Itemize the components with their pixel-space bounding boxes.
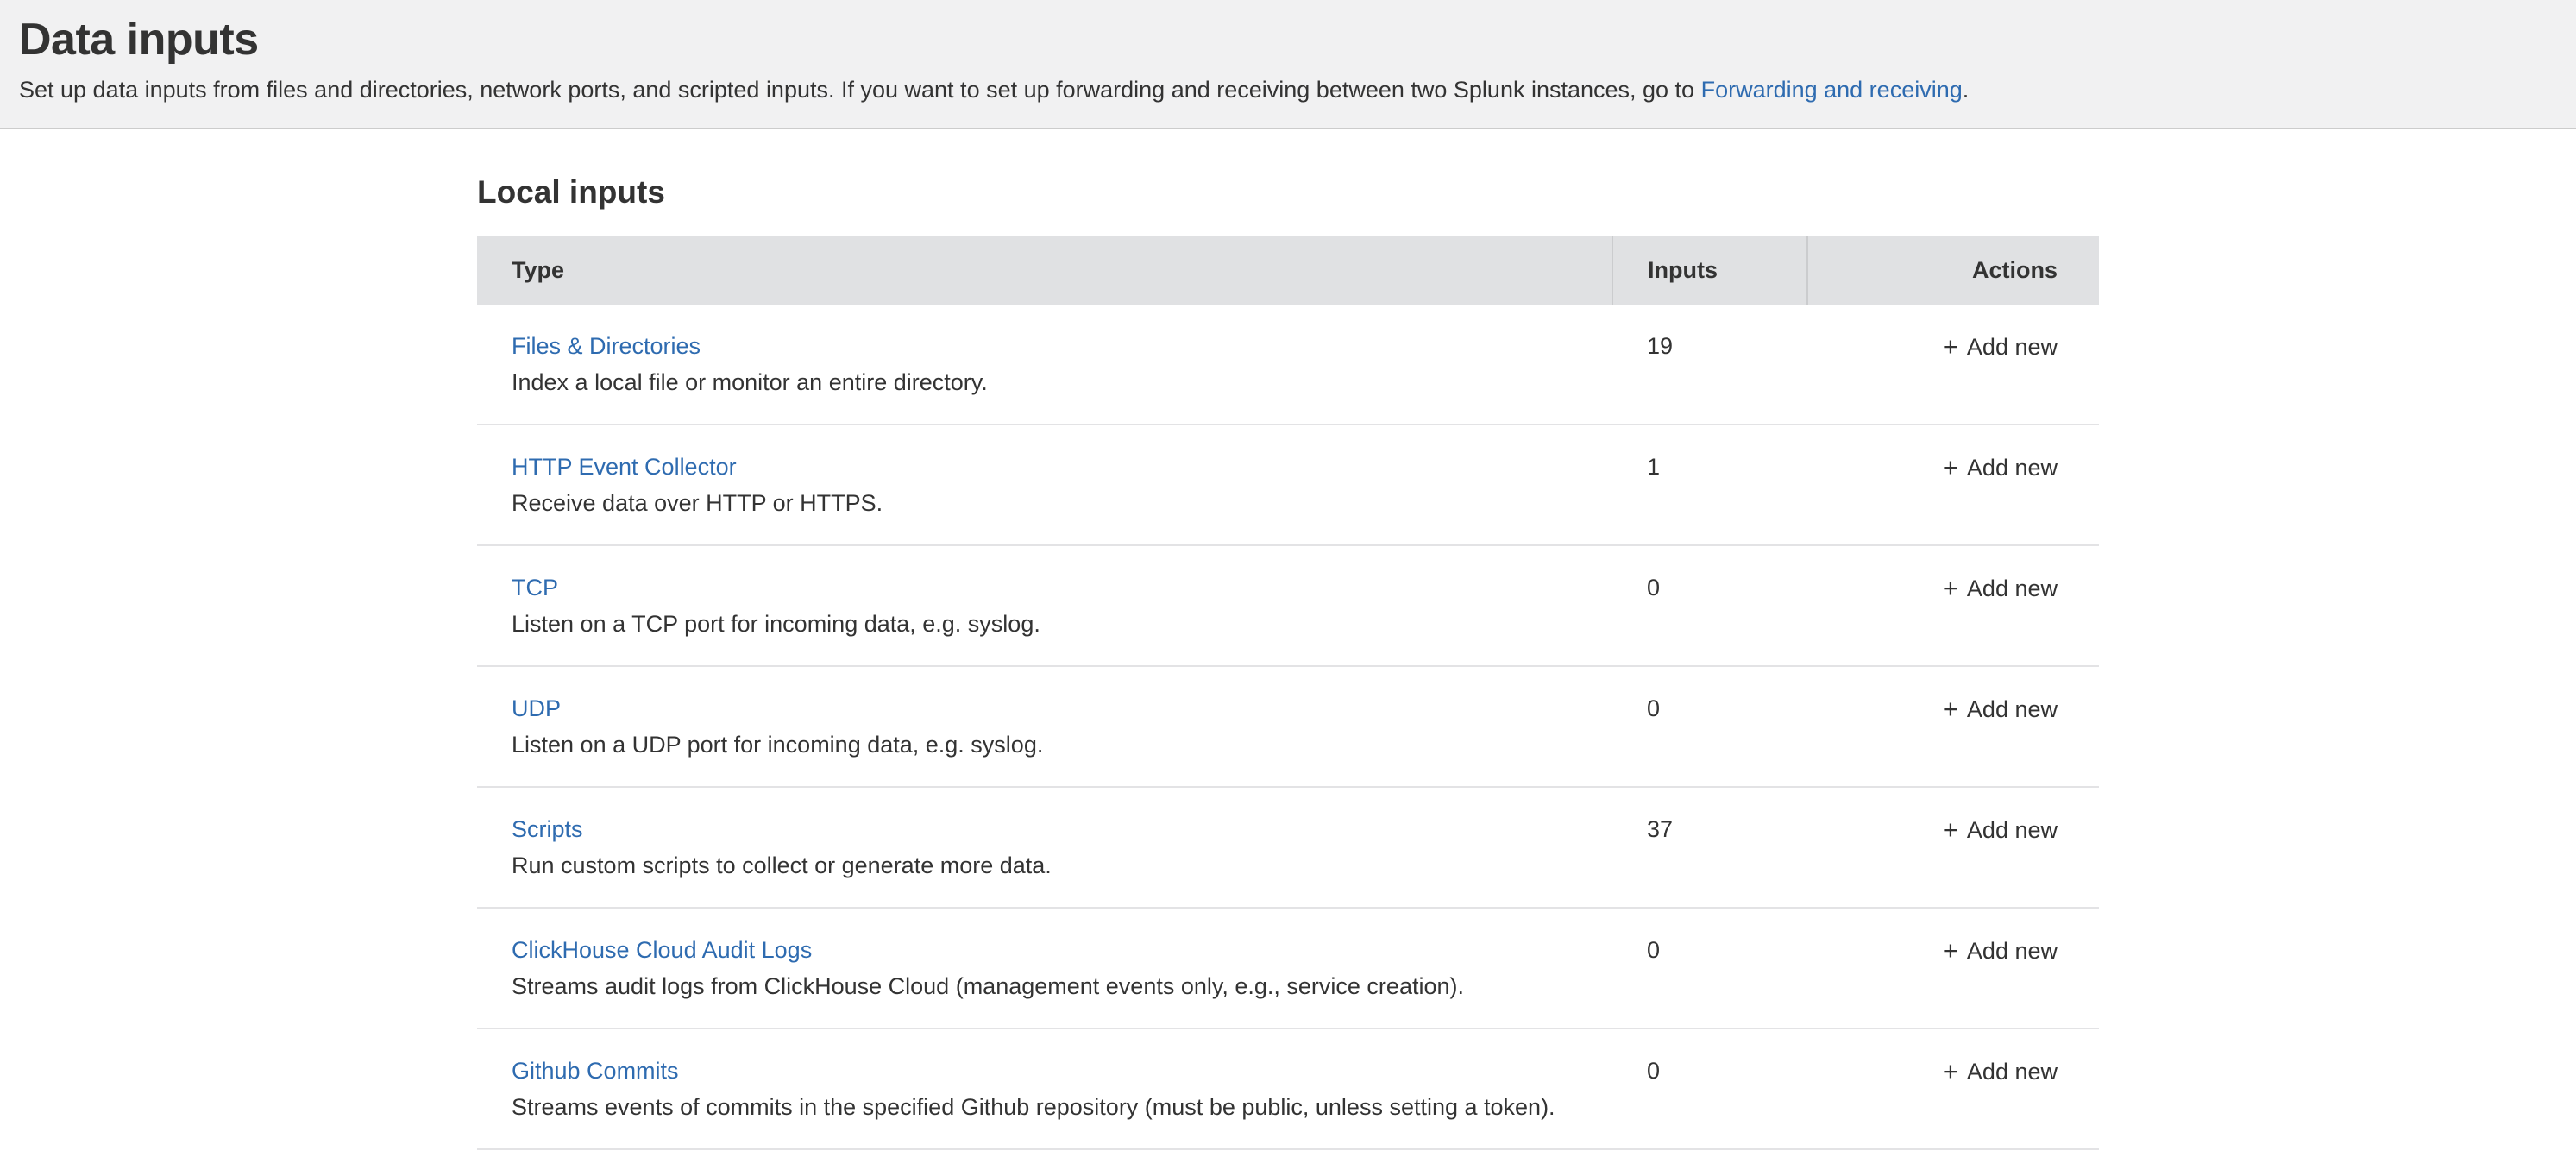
add-new-link[interactable]: + Add new bbox=[1943, 334, 2058, 360]
table-row-http-event-collector: HTTP Event Collector Receive data over H… bbox=[477, 425, 2099, 545]
add-new-link[interactable]: + Add new bbox=[1943, 455, 2058, 481]
plus-icon: + bbox=[1943, 815, 1958, 845]
input-type-link[interactable]: ClickHouse Cloud Audit Logs bbox=[512, 937, 812, 963]
inputs-count: 1 bbox=[1612, 425, 1807, 545]
page-title: Data inputs bbox=[19, 14, 2554, 66]
local-inputs-table: Type Inputs Actions Files & Directories … bbox=[477, 236, 2099, 1150]
add-new-link[interactable]: + Add new bbox=[1943, 576, 2058, 601]
column-header-inputs: Inputs bbox=[1612, 236, 1807, 305]
inputs-count: 0 bbox=[1612, 545, 1807, 666]
add-new-label: Add new bbox=[1967, 1059, 2058, 1085]
plus-icon: + bbox=[1943, 1056, 1958, 1086]
inputs-count: 37 bbox=[1612, 787, 1807, 908]
plus-icon: + bbox=[1943, 694, 1958, 724]
add-new-link[interactable]: + Add new bbox=[1943, 696, 2058, 722]
add-new-label: Add new bbox=[1967, 817, 2058, 843]
plus-icon: + bbox=[1943, 331, 1958, 362]
page-subtitle: Set up data inputs from files and direct… bbox=[19, 74, 2554, 105]
inputs-count: 19 bbox=[1612, 305, 1807, 425]
column-header-actions: Actions bbox=[1807, 236, 2099, 305]
inputs-count: 0 bbox=[1612, 1028, 1807, 1149]
page-header: Data inputs Set up data inputs from file… bbox=[0, 0, 2576, 129]
add-new-label: Add new bbox=[1967, 334, 2058, 360]
forwarding-and-receiving-link[interactable]: Forwarding and receiving bbox=[1701, 77, 1963, 103]
input-type-description: Run custom scripts to collect or generat… bbox=[512, 850, 1595, 881]
add-new-label: Add new bbox=[1967, 576, 2058, 601]
add-new-label: Add new bbox=[1967, 938, 2058, 964]
table-row-clickhouse-cloud-audit-logs: ClickHouse Cloud Audit Logs Streams audi… bbox=[477, 908, 2099, 1028]
table-row-udp: UDP Listen on a UDP port for incoming da… bbox=[477, 666, 2099, 787]
add-new-label: Add new bbox=[1967, 696, 2058, 722]
input-type-link[interactable]: TCP bbox=[512, 575, 558, 601]
table-row-github-commits: Github Commits Streams events of commits… bbox=[477, 1028, 2099, 1149]
input-type-link[interactable]: Github Commits bbox=[512, 1058, 679, 1084]
input-type-description: Streams events of commits in the specifi… bbox=[512, 1091, 1595, 1123]
input-type-description: Listen on a UDP port for incoming data, … bbox=[512, 729, 1595, 760]
subtitle-text-before: Set up data inputs from files and direct… bbox=[19, 77, 1701, 103]
subtitle-text-after: . bbox=[1963, 77, 1970, 103]
input-type-link[interactable]: Scripts bbox=[512, 816, 583, 842]
plus-icon: + bbox=[1943, 452, 1958, 482]
local-inputs-heading: Local inputs bbox=[477, 174, 2099, 211]
input-type-description: Index a local file or monitor an entire … bbox=[512, 367, 1595, 398]
add-new-link[interactable]: + Add new bbox=[1943, 938, 2058, 964]
input-type-description: Listen on a TCP port for incoming data, … bbox=[512, 608, 1595, 639]
add-new-link[interactable]: + Add new bbox=[1943, 1059, 2058, 1085]
input-type-link[interactable]: UDP bbox=[512, 695, 561, 721]
inputs-count: 0 bbox=[1612, 666, 1807, 787]
plus-icon: + bbox=[1943, 935, 1958, 965]
main-content: Local inputs Type Inputs Actions Files &… bbox=[477, 129, 2099, 1150]
input-type-link[interactable]: HTTP Event Collector bbox=[512, 454, 737, 480]
input-type-description: Receive data over HTTP or HTTPS. bbox=[512, 487, 1595, 519]
add-new-label: Add new bbox=[1967, 455, 2058, 481]
input-type-description: Streams audit logs from ClickHouse Cloud… bbox=[512, 971, 1595, 1002]
plus-icon: + bbox=[1943, 573, 1958, 603]
input-type-link[interactable]: Files & Directories bbox=[512, 333, 701, 359]
table-row-scripts: Scripts Run custom scripts to collect or… bbox=[477, 787, 2099, 908]
inputs-count: 0 bbox=[1612, 908, 1807, 1028]
table-header-row: Type Inputs Actions bbox=[477, 236, 2099, 305]
table-row-files-directories: Files & Directories Index a local file o… bbox=[477, 305, 2099, 425]
column-header-type: Type bbox=[477, 236, 1612, 305]
add-new-link[interactable]: + Add new bbox=[1943, 817, 2058, 843]
table-row-tcp: TCP Listen on a TCP port for incoming da… bbox=[477, 545, 2099, 666]
